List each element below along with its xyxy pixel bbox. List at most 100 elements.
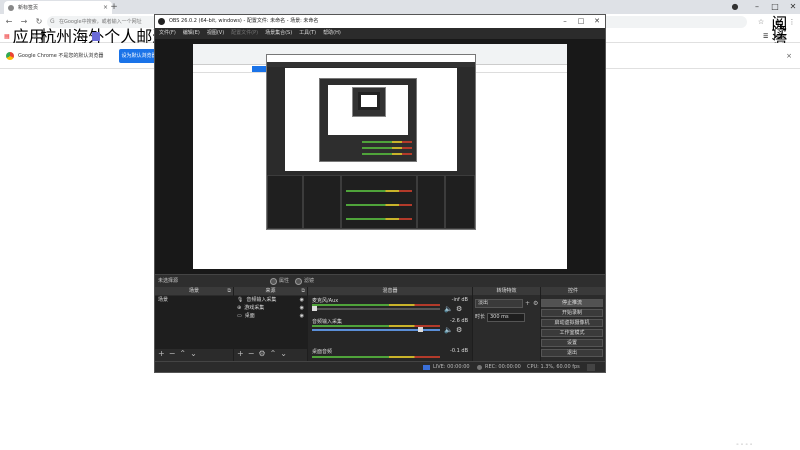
dock-float-icon[interactable]: ⧉ — [227, 287, 231, 295]
set-default-browser-button[interactable]: 设为默认浏览器 — [119, 49, 159, 63]
add-icon[interactable]: + — [158, 349, 165, 359]
move-up-icon[interactable]: ⌃ — [179, 349, 186, 359]
properties-toggle[interactable]: 属性 — [270, 277, 289, 285]
reading-list-icon: ☰ — [763, 33, 769, 40]
reading-list[interactable]: ☰ 阅读清单 — [763, 15, 800, 58]
system-tray: ◦ ◦ ◦ ◦ — [736, 440, 800, 450]
tab-favicon-icon — [8, 4, 14, 11]
gear-icon[interactable]: ⚙ — [456, 305, 462, 313]
scenes-toolbar: + − ⌃ ⌄ — [155, 349, 233, 359]
filters-label: 滤镜 — [304, 278, 315, 284]
visibility-eye-icon[interactable]: ◉ — [300, 304, 304, 312]
obs-close-icon[interactable]: ✕ — [589, 15, 605, 28]
browser-account-icon[interactable]: ● — [724, 0, 746, 14]
duration-input[interactable]: 300 ms — [487, 313, 525, 322]
source-item[interactable]: ▭ 桌面 ◉ — [234, 312, 307, 320]
nested-obs-window-3 — [352, 87, 386, 117]
slider-handle[interactable] — [312, 306, 317, 311]
obs-title-bar: OBS 26.0.2 (64-bit, windows) - 配置文件: 未命名… — [155, 15, 605, 28]
obs-maximize-icon[interactable]: □ — [573, 15, 589, 28]
gamepad-icon: ⊕ — [237, 305, 242, 311]
channel-db: -inf dB — [451, 297, 468, 303]
filters-toggle[interactable]: 滤镜 — [295, 277, 314, 285]
mixer-channel: 桌面音频 -0.1 dB — [308, 338, 472, 358]
slider-handle[interactable] — [418, 327, 423, 332]
cpu-fps-readout: CPU: 1.3%, 60.00 fps — [527, 364, 580, 370]
live-indicator-icon — [423, 365, 430, 370]
bookmark-star-icon[interactable]: ☆ — [755, 16, 767, 28]
browser-tab[interactable]: 新标签页 × — [4, 1, 112, 14]
menu-help[interactable]: 帮助(H) — [323, 28, 341, 39]
remove-icon[interactable]: − — [169, 349, 176, 359]
controls-dock: 控件 停止推流 开始录制 启动虚拟摄像机 工作室模式 设置 退出 — [541, 287, 605, 361]
gear-icon[interactable]: ⚙ — [456, 326, 462, 334]
start-recording-button[interactable]: 开始录制 — [541, 309, 603, 317]
virtual-camera-button[interactable]: 启动虚拟摄像机 — [541, 319, 603, 327]
visibility-eye-icon[interactable]: ◉ — [300, 296, 304, 304]
speaker-icon[interactable]: 🔈 — [444, 305, 453, 313]
obs-minimize-icon[interactable]: – — [557, 15, 573, 28]
obs-status-bar: LIVE: 00:00:00 REC: 00:00:00 CPU: 1.3%, … — [155, 361, 605, 372]
menu-edit[interactable]: 编辑(E) — [183, 28, 200, 39]
bookmark-extension-icon[interactable] — [92, 32, 100, 41]
nested-obs-window-2 — [319, 78, 417, 162]
volume-slider[interactable] — [312, 308, 440, 310]
menu-tools[interactable]: 工具(T) — [299, 28, 316, 39]
move-up-icon[interactable]: ⌃ — [270, 349, 277, 359]
visibility-eye-icon[interactable]: ◉ — [300, 312, 304, 320]
add-icon[interactable]: + — [525, 299, 533, 308]
menu-profile[interactable]: 配置文件(P) — [231, 28, 258, 39]
settings-button[interactable]: 设置 — [541, 339, 603, 347]
source-item[interactable]: ⊕ 游戏采集 ◉ — [234, 304, 307, 312]
nested-obs-window — [266, 54, 476, 230]
network-status-icon — [587, 364, 595, 371]
tray-icon[interactable]: ◦ ◦ ◦ ◦ — [736, 442, 753, 448]
scene-item-label: 场景 — [158, 297, 169, 303]
preview-area — [155, 39, 605, 289]
menu-scene-collection[interactable]: 场景集合(S) — [265, 28, 292, 39]
controls-dock-title: 控件 — [541, 287, 605, 295]
browser-tabstrip — [0, 0, 800, 14]
properties-label: 属性 — [279, 278, 290, 284]
preview-canvas[interactable] — [193, 44, 567, 269]
channel-db: -2.6 dB — [450, 318, 468, 324]
scene-item[interactable]: 场景 — [155, 296, 233, 304]
obs-docks: 场景 ⧉ 场景 + − ⌃ ⌄ 来源 ⧉ 🎙 音频输入采集 ◉ ⊕ 游戏采集 ◉… — [155, 287, 605, 361]
live-timer: LIVE: 00:00:00 — [433, 364, 470, 370]
menu-view[interactable]: 视图(V) — [207, 28, 224, 39]
nested-meter — [362, 153, 412, 155]
browser-close-icon[interactable]: ✕ — [782, 0, 800, 14]
nested-dock-scenes — [267, 175, 303, 229]
nested-menu-bar — [267, 62, 475, 67]
mixer-dock-title: 混音器 — [308, 287, 472, 295]
nested-docks — [267, 175, 475, 229]
nested-preview-canvas-2 — [328, 85, 408, 135]
mixer-body: 麦克风/Aux -inf dB 🔈 ⚙ 音频输入采集 -2.6 dB 🔈 ⚙ 桌… — [308, 296, 472, 361]
source-label: 桌面 — [244, 313, 255, 319]
gear-icon[interactable]: ⚙ — [533, 299, 541, 308]
infobar-close-icon[interactable]: × — [784, 50, 794, 62]
move-down-icon[interactable]: ⌄ — [280, 349, 287, 359]
new-tab-button[interactable]: + — [108, 1, 120, 13]
add-icon[interactable]: + — [237, 349, 244, 359]
move-down-icon[interactable]: ⌄ — [190, 349, 197, 359]
volume-meter — [312, 304, 440, 306]
speaker-icon[interactable]: 🔈 — [444, 326, 453, 334]
nested-meter — [346, 190, 412, 192]
menu-file[interactable]: 文件(F) — [159, 28, 176, 39]
mixer-channel: 音频输入采集 -2.6 dB 🔈 ⚙ — [308, 317, 472, 337]
infobar-text: Google Chrome 不是您的默认浏览器 — [18, 53, 104, 59]
stop-streaming-button[interactable]: 停止推流 — [541, 299, 603, 307]
studio-mode-button[interactable]: 工作室模式 — [541, 329, 603, 337]
source-item[interactable]: 🎙 音频输入采集 ◉ — [234, 296, 307, 304]
exit-button[interactable]: 退出 — [541, 349, 603, 357]
chrome-logo-icon — [6, 52, 14, 60]
nested-dock-controls — [445, 175, 475, 229]
gear-icon[interactable]: ⚙ — [258, 349, 265, 359]
no-source-bar: 未选择源 — [155, 274, 605, 287]
remove-icon[interactable]: − — [248, 349, 255, 359]
nested-preview-canvas-3 — [358, 92, 380, 110]
transition-select[interactable]: 淡出 — [475, 299, 523, 308]
dock-float-icon[interactable]: ⧉ — [301, 287, 305, 295]
nested-dock-mixer — [341, 175, 417, 229]
